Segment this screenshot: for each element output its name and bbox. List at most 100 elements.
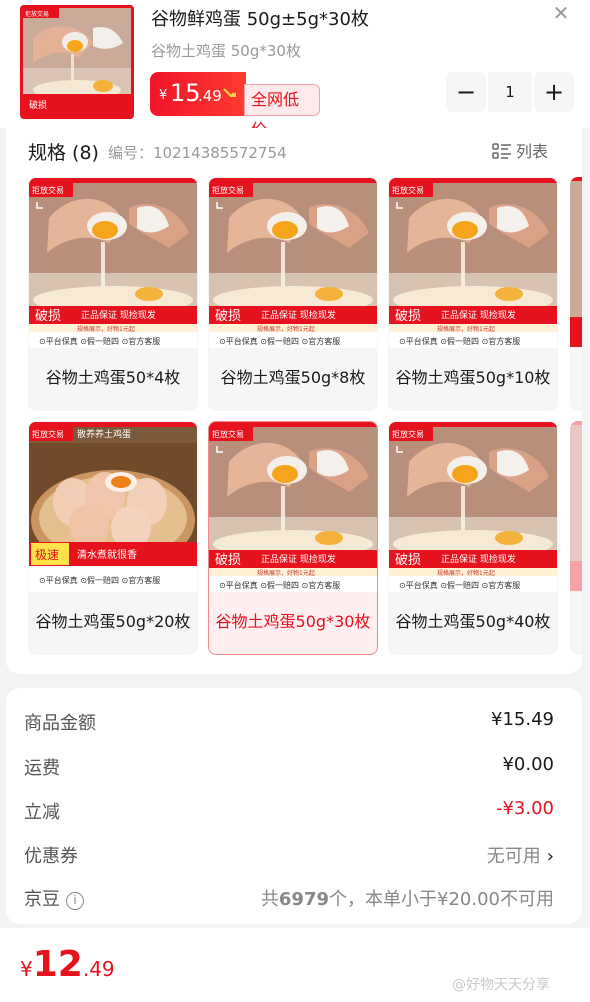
svg-text:破损: 破损 xyxy=(215,553,241,568)
svg-text:拒放交易: 拒放交易 xyxy=(32,185,64,195)
svg-text:规格展示，好物1元起: 规格展示，好物1元起 xyxy=(77,325,135,333)
spec-option-label: 谷物土鸡蛋50g*10枚 xyxy=(395,368,551,387)
shipping-value: ¥0.00 xyxy=(502,754,554,775)
cracked-egg-image: 破损 正品保证 现捡现发规格展示，好物1元起 ⊙平台保真 ⊙假一赔四 ⊙官方客服 拒放… xyxy=(29,178,197,348)
subtotal-value: ¥15.49 xyxy=(491,709,554,730)
spec-option-label: 谷物土鸡蛋50*4枚 xyxy=(45,368,181,387)
shipping-label: 运费 xyxy=(24,758,60,779)
spec-option[interactable]: 破损 正品保证 现捡现发规格展示，好物1元起 ⊙平台保真 ⊙假一赔四 ⊙官方客服 拒放… xyxy=(208,177,378,411)
total-symbol: ¥ xyxy=(20,957,33,981)
price-down-arrow-icon xyxy=(223,88,236,98)
order-summary: 商品金额 ¥15.49 运费 ¥0.00 立减 -¥3.00 优惠券 无可用 › … xyxy=(6,688,582,924)
product-title: 谷物鲜鸡蛋 50g±5g*30枚 xyxy=(151,9,369,30)
list-view-label: 列表 xyxy=(516,142,549,161)
svg-text:清水煮就很香: 清水煮就很香 xyxy=(77,548,137,561)
spec-option-label: 谷物土鸡蛋50g*20枚 xyxy=(35,612,191,631)
subtotal-label: 商品金额 xyxy=(24,713,96,734)
chevron-right-icon: › xyxy=(546,846,554,867)
spec-option[interactable]: 极速 清水煮就很香 ⊙平台保真 ⊙假一赔四 ⊙官方客服 拒放交易 散养养土鸡蛋 谷物土鸡蛋… xyxy=(28,421,198,655)
jingdou-label: 京豆 i xyxy=(24,885,84,911)
spec-option-label: 谷物土鸡蛋50g*8枚 xyxy=(220,368,366,387)
decrease-quantity-button[interactable]: − xyxy=(446,72,486,112)
svg-text:正品保证 现捡现发: 正品保证 现捡现发 xyxy=(441,309,516,321)
quantity-stepper: − 1 + xyxy=(446,72,574,112)
summary-row-shipping: 运费 ¥0.00 xyxy=(24,750,554,780)
price-pill: ¥ 15 .49 全网低价 xyxy=(150,72,320,139)
svg-text:规格展示，好物1元起: 规格展示，好物1元起 xyxy=(437,325,495,333)
svg-text:拒放交易: 拒放交易 xyxy=(212,429,244,439)
lowest-price-tag: 全网低价 xyxy=(244,84,320,139)
price-box: ¥ 15 .49 xyxy=(150,72,246,116)
thumb-brand-text: 拒放交易 xyxy=(25,10,49,18)
spec-item-peek[interactable] xyxy=(570,177,582,411)
jingdou-prefix: 共 xyxy=(260,889,279,910)
info-icon[interactable]: i xyxy=(66,892,84,910)
cracked-egg-image: 破损 正品保证 现捡现发规格展示，好物1元起 ⊙平台保真 ⊙假一赔四 ⊙官方客服 拒放… xyxy=(209,422,377,592)
svg-text:规格展示，好物1元起: 规格展示，好物1元起 xyxy=(437,569,495,577)
total-cents: .49 xyxy=(82,957,115,981)
svg-text:正品保证 现捡现发: 正品保证 现捡现发 xyxy=(441,553,516,565)
list-icon xyxy=(492,143,511,159)
svg-text:极速: 极速 xyxy=(35,548,59,562)
product-thumbnail[interactable]: 破损 拒放交易 xyxy=(20,5,134,119)
svg-text:破损: 破损 xyxy=(35,309,61,324)
product-header: 破损 拒放交易 谷物鲜鸡蛋 50g±5g*30枚 谷物土鸡蛋 50g*30枚 ✕… xyxy=(0,0,590,139)
selected-spec-subtitle: 谷物土鸡蛋 50g*30枚 xyxy=(151,42,301,60)
summary-row-jingdou: 京豆 i 共6979个，本单小于¥20.00不可用 xyxy=(24,881,554,911)
discount-label: 立减 xyxy=(24,802,60,823)
coupon-label: 优惠券 xyxy=(24,846,78,867)
summary-row-discount: 立减 -¥3.00 xyxy=(24,794,554,824)
spec-selector: 规格 (8) 编号：10214385572754 列表 破损 正品保证 现捡现发规… xyxy=(6,128,582,674)
coupon-value[interactable]: 无可用 › xyxy=(487,842,554,868)
spec-option-label: 谷物土鸡蛋50g*40枚 xyxy=(395,612,551,631)
svg-text:拒放交易: 拒放交易 xyxy=(392,185,424,195)
price-cents: .49 xyxy=(198,87,222,105)
cracked-egg-image: 破损 正品保证 现捡现发规格展示，好物1元起 ⊙平台保真 ⊙假一赔四 ⊙官方客服 拒放… xyxy=(209,178,377,348)
spec-option[interactable]: 破损 正品保证 现捡现发规格展示，好物1元起 ⊙平台保真 ⊙假一赔四 ⊙官方客服 拒放… xyxy=(208,421,378,655)
svg-text:规格展示，好物1元起: 规格展示，好物1元起 xyxy=(257,325,315,333)
svg-text:破损: 破损 xyxy=(395,553,421,568)
svg-text:⊙平台保真 ⊙假一赔四 ⊙官方客服: ⊙平台保真 ⊙假一赔四 ⊙官方客服 xyxy=(219,336,340,346)
watermark: @好物天天分享 xyxy=(452,977,550,993)
svg-text:散养养土鸡蛋: 散养养土鸡蛋 xyxy=(77,428,131,440)
jingdou-suffix: 个，本单小于¥20.00不可用 xyxy=(329,889,554,910)
total-integer: 12 xyxy=(32,944,83,985)
svg-text:拒放交易: 拒放交易 xyxy=(212,185,244,195)
svg-text:⊙平台保真 ⊙假一赔四 ⊙官方客服: ⊙平台保真 ⊙假一赔四 ⊙官方客服 xyxy=(399,336,520,346)
svg-text:⊙平台保真 ⊙假一赔四 ⊙官方客服: ⊙平台保真 ⊙假一赔四 ⊙官方客服 xyxy=(39,575,160,585)
jingdou-value: 共6979个，本单小于¥20.00不可用 xyxy=(261,885,554,911)
jingdou-label-text: 京豆 xyxy=(24,889,60,910)
svg-text:⊙平台保真 ⊙假一赔四 ⊙官方客服: ⊙平台保真 ⊙假一赔四 ⊙官方客服 xyxy=(399,580,520,590)
spec-option[interactable]: 破损 正品保证 现捡现发规格展示，好物1元起 ⊙平台保真 ⊙假一赔四 ⊙官方客服 拒放… xyxy=(388,177,558,411)
summary-row-subtotal: 商品金额 ¥15.49 xyxy=(24,705,554,735)
thumb-badge-text: 破损 xyxy=(29,99,47,111)
svg-text:规格展示，好物1元起: 规格展示，好物1元起 xyxy=(257,569,315,577)
quantity-value[interactable]: 1 xyxy=(488,72,532,112)
discount-value: -¥3.00 xyxy=(495,798,554,819)
svg-text:拒放交易: 拒放交易 xyxy=(392,429,424,439)
close-icon[interactable]: ✕ xyxy=(548,0,574,26)
svg-text:正品保证 现捡现发: 正品保证 现捡现发 xyxy=(261,309,336,321)
svg-text:⊙平台保真 ⊙假一赔四 ⊙官方客服: ⊙平台保真 ⊙假一赔四 ⊙官方客服 xyxy=(39,336,160,346)
spec-option[interactable]: 破损 正品保证 现捡现发规格展示，好物1元起 ⊙平台保真 ⊙假一赔四 ⊙官方客服 拒放… xyxy=(388,421,558,655)
cracked-egg-image: 破损 正品保证 现捡现发规格展示，好物1元起 ⊙平台保真 ⊙假一赔四 ⊙官方客服 拒放… xyxy=(389,422,557,592)
svg-text:⊙平台保真 ⊙假一赔四 ⊙官方客服: ⊙平台保真 ⊙假一赔四 ⊙官方客服 xyxy=(219,580,340,590)
svg-text:正品保证 现捡现发: 正品保证 现捡现发 xyxy=(81,309,156,321)
svg-text:破损: 破损 xyxy=(215,309,241,324)
total-price: ¥12.49 xyxy=(20,944,115,985)
spec-option-label: 谷物土鸡蛋50g*30枚 xyxy=(215,612,371,631)
spec-item-peek[interactable] xyxy=(570,421,582,655)
list-view-toggle[interactable]: 列表 xyxy=(492,138,548,162)
coupon-status: 无可用 xyxy=(486,846,541,867)
price-integer: 15 xyxy=(170,79,201,107)
summary-row-coupon[interactable]: 优惠券 无可用 › xyxy=(24,838,554,868)
price-symbol: ¥ xyxy=(159,88,168,103)
cracked-egg-image: 破损 正品保证 现捡现发规格展示，好物1元起 ⊙平台保真 ⊙假一赔四 ⊙官方客服 拒放… xyxy=(389,178,557,348)
jingdou-count: 6979 xyxy=(278,889,330,910)
svg-text:正品保证 现捡现发: 正品保证 现捡现发 xyxy=(261,553,336,565)
spec-heading: 规格 (8) xyxy=(28,142,99,164)
egg-basket-image: 极速 清水煮就很香 ⊙平台保真 ⊙假一赔四 ⊙官方客服 拒放交易 散养养土鸡蛋 xyxy=(29,422,197,592)
svg-text:破损: 破损 xyxy=(395,309,421,324)
increase-quantity-button[interactable]: + xyxy=(534,72,574,112)
spec-option[interactable]: 破损 正品保证 现捡现发规格展示，好物1元起 ⊙平台保真 ⊙假一赔四 ⊙官方客服 拒放… xyxy=(28,177,198,411)
